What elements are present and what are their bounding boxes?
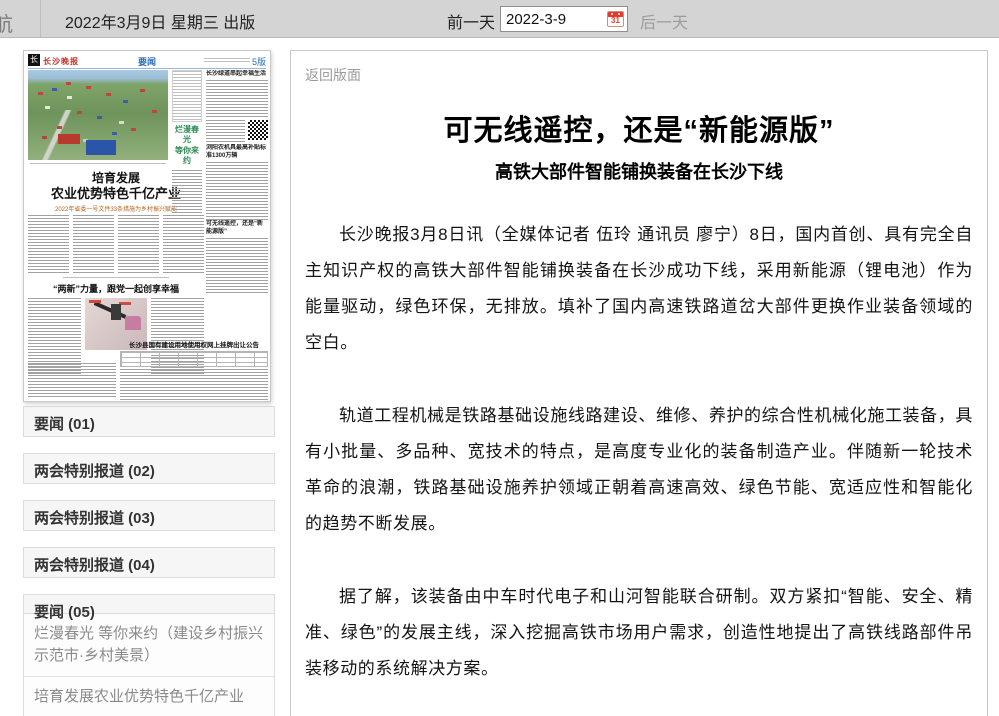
- text-column: [73, 215, 114, 273]
- text-block: [206, 80, 268, 118]
- article-paragraph-1: 长沙晚报3月8日讯（全媒体记者 伍玲 通讯员 廖宁）8日，国内首创、具有完全自主…: [305, 217, 973, 361]
- text-block: [120, 369, 268, 402]
- sidebar-section-04[interactable]: 两会特别报道 (04): [23, 547, 275, 578]
- calendar-icon-day: 31: [608, 16, 623, 26]
- page-thumbnail[interactable]: 长 长沙晚报 要闻 5版 培育发展 农业优势特色千亿产业 2022年省委一号文件…: [23, 50, 271, 402]
- prev-day-link[interactable]: 前一天: [447, 9, 495, 33]
- next-day-link[interactable]: 后一天: [640, 9, 688, 33]
- boxed-item: [172, 70, 202, 122]
- green-headline-line1: 烂漫春光: [172, 125, 202, 146]
- article-paragraph-3: 据了解，该装备由中车时代电子和山河智能联合研制。双方紧扣“智能、安全、精准、绿色…: [305, 579, 973, 687]
- article-list: 烂漫春光 等你来约（建设乡村振兴示范市·乡村美景） 培育发展农业优势特色千亿产业: [23, 613, 275, 716]
- article-title: 可无线遥控，还是“新能源版”: [305, 107, 973, 149]
- sidebar-section-03[interactable]: 两会特别报道 (03): [23, 500, 275, 531]
- article-paragraph-2: 轨道工程机械是铁路基础设施线路建设、维修、养护的综合性机械化施工装备，具有小批量…: [305, 398, 973, 542]
- photo-roof-blue: [86, 140, 116, 155]
- calendar-icon[interactable]: 31: [607, 11, 624, 27]
- sidebar-section-02[interactable]: 两会特别报道 (02): [23, 453, 275, 484]
- thumbnail-notice: 长沙县国有建设用地使用权网上挂牌出让公告: [120, 339, 268, 402]
- thumbnail-second-headline: “两新”力量，跟党一起创享幸福: [28, 282, 204, 295]
- photo-person: [125, 316, 141, 330]
- text-column: [118, 215, 159, 273]
- article-list-item[interactable]: 烂漫春光 等你来约（建设乡村振兴示范市·乡村美景）: [24, 614, 274, 676]
- photo-roofs: [28, 70, 33, 73]
- back-to-page-link[interactable]: 返回版面: [305, 65, 361, 85]
- sidebar: 长 长沙晚报 要闻 5版 培育发展 农业优势特色千亿产业 2022年省委一号文件…: [23, 50, 275, 716]
- article-body: 长沙晚报3月8日讯（全媒体记者 伍玲 通讯员 廖宁）8日，国内首创、具有完全自主…: [305, 217, 973, 716]
- right-column-headline-mid: 浏阳农机具最高补贴标准1300万辆: [206, 144, 268, 160]
- page: 航 2022年3月9日 星期三 出版 前一天 31 后一天 长 长沙晚报 要闻 …: [0, 0, 999, 716]
- date-input[interactable]: [506, 11, 607, 28]
- thumbnail-masthead: 长 长沙晚报 要闻 5版: [28, 53, 266, 68]
- text-column: [28, 215, 69, 273]
- photo-caption: [30, 163, 166, 166]
- article-subtitle: 高铁大部件智能铺换装备在长沙下线: [305, 158, 973, 184]
- kicker-line: [63, 277, 169, 280]
- right-column-headline-bottom: 可无线遥控，还是“新能源版”: [206, 220, 268, 236]
- topbar: 航 2022年3月9日 星期三 出版 前一天 31 后一天: [0, 0, 999, 38]
- qr-row: [206, 120, 268, 142]
- publish-date: 2022年3月9日 星期三 出版: [65, 9, 255, 33]
- text-block: [206, 238, 268, 294]
- green-headline: 烂漫春光 等你来约: [172, 125, 202, 167]
- thumbnail-page-label: 5版: [252, 55, 266, 68]
- text-block: [206, 120, 245, 142]
- article-list-item[interactable]: 培育发展农业优势特色千亿产业: [24, 676, 274, 716]
- sidebar-section-01[interactable]: 要闻 (01): [23, 406, 275, 437]
- nav-partial-text: 航: [0, 8, 13, 37]
- green-headline-line2: 等你来约: [172, 146, 202, 167]
- qr-code: [248, 120, 268, 140]
- text-block: [28, 363, 116, 397]
- article-panel: 返回版面 可无线遥控，还是“新能源版” 高铁大部件智能铺换装备在长沙下线 长沙晚…: [290, 50, 988, 716]
- thumbnail-middle-column: 烂漫春光 等你来约: [172, 70, 202, 212]
- photo-roof-red: [58, 134, 80, 144]
- text-block: [206, 162, 268, 220]
- thumbnail-masthead-meta: [204, 58, 250, 64]
- aerial-village-photo: [28, 70, 168, 160]
- notice-table: [120, 351, 268, 367]
- notice-title: 长沙县国有建设用地使用权网上挂牌出让公告: [120, 339, 268, 349]
- text-column: [172, 170, 202, 226]
- date-input-wrap[interactable]: 31: [500, 6, 628, 32]
- topbar-divider: [40, 0, 41, 38]
- right-column-headline-top: 长沙绿道串起幸福生活: [206, 70, 268, 78]
- photo-red-signs: [89, 300, 101, 303]
- masthead-rule: [28, 68, 266, 69]
